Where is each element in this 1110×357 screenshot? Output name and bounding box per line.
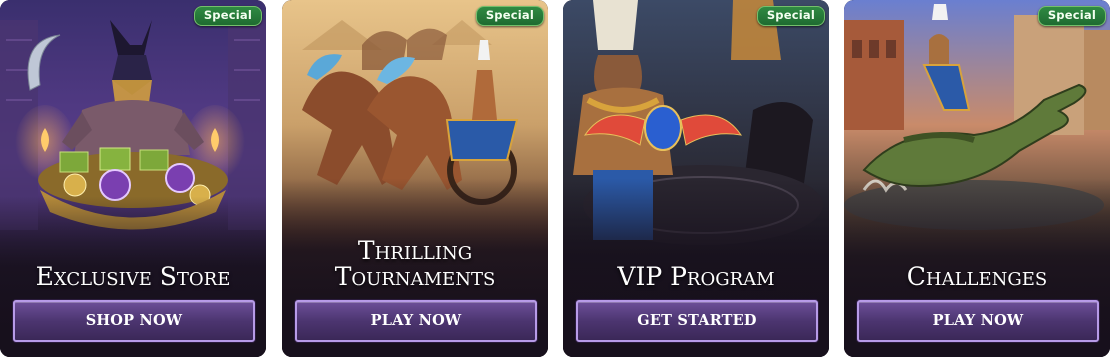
card-title-line-1: Thrilling (357, 236, 473, 265)
special-badge: Special (1037, 6, 1106, 26)
challenges-card[interactable]: Special Challenges PLAY NOW (844, 0, 1110, 357)
promo-cards-row: Special Exclusive Store SHOP NOW Special… (0, 0, 1110, 357)
thrilling-tournaments-card[interactable]: Special Thrilling Tournaments PLAY NOW (282, 0, 548, 357)
shop-now-button[interactable]: SHOP NOW (13, 300, 255, 342)
special-badge: Special (475, 6, 544, 26)
card-title: Exclusive Store (35, 262, 231, 291)
play-now-button[interactable]: PLAY NOW (295, 300, 537, 342)
exclusive-store-card[interactable]: Special Exclusive Store SHOP NOW (0, 0, 266, 357)
vip-program-card[interactable]: Special VIP Program GET STARTED (563, 0, 829, 357)
card-title-line-2: Tournaments (334, 262, 496, 291)
play-now-button[interactable]: PLAY NOW (857, 300, 1099, 342)
special-badge: Special (756, 6, 825, 26)
card-title: Thrilling Tournaments (282, 238, 548, 290)
card-title: VIP Program (617, 262, 775, 291)
special-badge: Special (193, 6, 262, 26)
get-started-button[interactable]: GET STARTED (576, 300, 818, 342)
card-title: Challenges (906, 262, 1048, 291)
